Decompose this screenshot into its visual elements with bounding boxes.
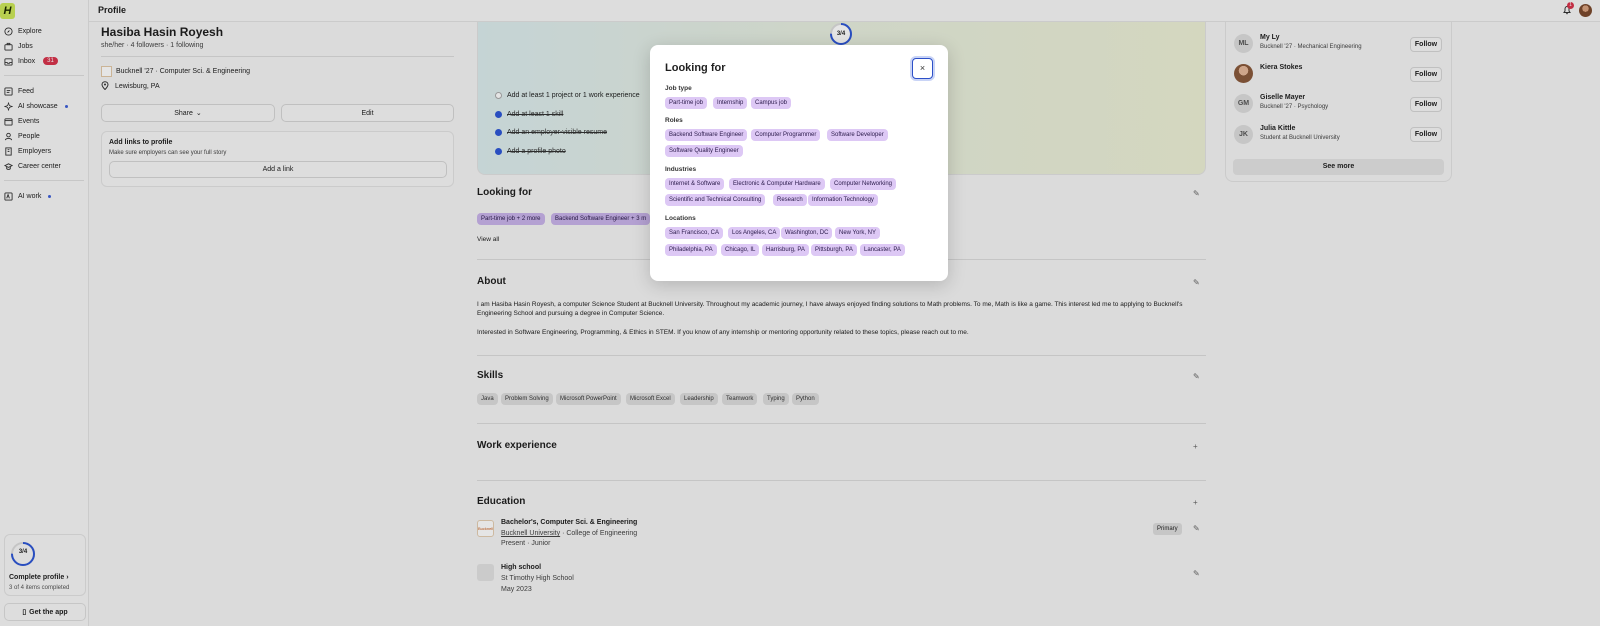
location-chip: Los Angeles, CA <box>728 227 781 239</box>
industry-chip: Computer Networking <box>830 178 897 190</box>
industry-chip: Electronic & Computer Hardware <box>729 178 825 190</box>
role-chip: Software Developer <box>827 129 888 141</box>
industry-chip: Information Technology <box>808 194 878 206</box>
job-type-chip: Campus job <box>751 97 792 109</box>
role-chip: Backend Software Engineer <box>665 129 748 141</box>
industry-chip: Research <box>773 194 807 206</box>
industries-label: Industries <box>665 166 697 173</box>
location-chip: Chicago, IL <box>721 244 760 256</box>
location-chip: Philadelphia, PA <box>665 244 717 256</box>
location-chip: San Francisco, CA <box>665 227 724 239</box>
location-chip: Harrisburg, PA <box>762 244 809 256</box>
location-chip: New York, NY <box>835 227 881 239</box>
modal-title: Looking for <box>665 62 726 74</box>
roles-label: Roles <box>665 117 683 124</box>
industry-chip: Scientific and Technical Consulting <box>665 194 766 206</box>
looking-for-modal: Looking for × Job type Part-time job Int… <box>650 45 948 281</box>
location-chip: Lancaster, PA <box>860 244 905 256</box>
role-chip: Computer Programmer <box>751 129 821 141</box>
role-chip: Software Quality Engineer <box>665 145 743 157</box>
location-chip: Pittsburgh, PA <box>811 244 857 256</box>
job-type-label: Job type <box>665 85 692 92</box>
locations-label: Locations <box>665 215 696 222</box>
location-chip: Washington, DC <box>781 227 833 239</box>
job-type-chip: Internship <box>713 97 748 109</box>
industry-chip: Internet & Software <box>665 178 725 190</box>
job-type-chip: Part-time job <box>665 97 708 109</box>
close-button[interactable]: × <box>912 58 933 79</box>
